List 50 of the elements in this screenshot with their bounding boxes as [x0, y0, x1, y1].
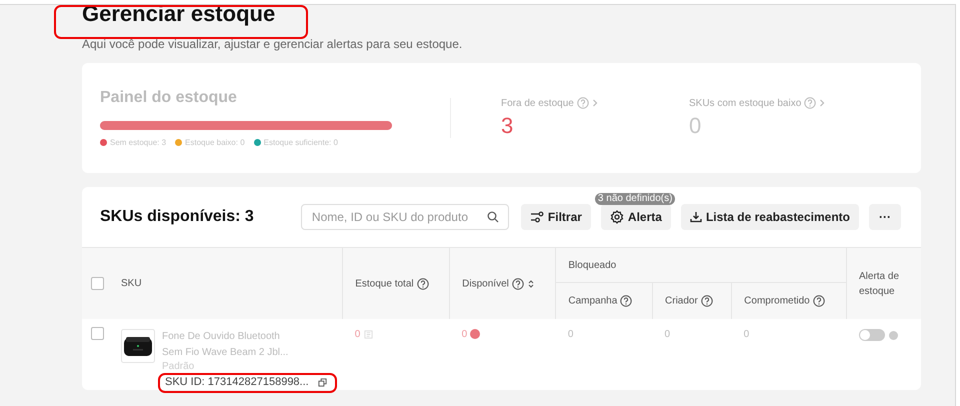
download-icon — [690, 211, 702, 223]
panel-title: Painel do estoque — [100, 89, 238, 107]
help-icon — [620, 295, 632, 307]
help-icon — [416, 278, 429, 290]
info-dot-icon — [888, 330, 898, 340]
stat-value: 3 — [501, 113, 514, 139]
chevron-icon[interactable] — [592, 99, 598, 107]
column-header: Bloqueado — [568, 260, 616, 270]
table-cell: 0 — [664, 329, 670, 340]
help-icon — [804, 97, 816, 109]
copy-icon[interactable] — [318, 378, 327, 386]
more-button[interactable]: ··· — [869, 204, 901, 230]
restock-list-button[interactable]: Lista de reabastecimento — [680, 204, 859, 230]
legend-label: Estoque baixo: 0 — [185, 138, 245, 147]
column-header: Estoque total — [355, 278, 414, 290]
chevron-icon[interactable] — [819, 99, 826, 107]
column-header: SKU — [121, 278, 142, 289]
settings-icon — [610, 210, 624, 224]
sort-icon[interactable] — [526, 278, 535, 288]
legend-label: Estoque suficiente: 0 — [264, 138, 338, 147]
search-icon[interactable] — [486, 211, 499, 223]
warning-dot-icon — [470, 329, 480, 340]
alert-button[interactable]: Alerta — [600, 204, 671, 230]
legend-label: Sem estoque: 3 — [110, 138, 166, 147]
checkbox[interactable] — [91, 277, 104, 290]
table-cell: 0 — [568, 329, 574, 340]
stat-label: Fora de estoque — [501, 98, 574, 108]
filter-button[interactable]: Filtrar — [520, 204, 591, 230]
filter-icon — [530, 211, 544, 223]
page-subtitle: Aqui você pode visualizar, ajustar e gerenciar alertas para seu estoque. — [82, 37, 464, 51]
table-cell: 0 — [744, 329, 750, 340]
stat-label: SKUs com estoque baixo — [689, 98, 802, 108]
column-header: Disponível — [462, 278, 509, 290]
help-icon — [576, 97, 589, 109]
help-icon — [700, 295, 713, 307]
column-header: Alerta de estoque — [859, 270, 900, 296]
stock-value: 0 — [354, 329, 360, 340]
page-title: Gerenciar estoque — [82, 5, 276, 25]
count-badge: 3 não definido(s) — [594, 193, 676, 205]
sku-id: SKU ID: 173142827158998... — [165, 376, 309, 388]
checkbox[interactable] — [91, 327, 104, 340]
help-icon — [512, 278, 524, 290]
skus-heading: SKUs disponíveis: 3 — [100, 208, 254, 226]
column-header: Comprometido — [744, 296, 810, 307]
available-value: 0 — [462, 329, 468, 340]
column-header: Campanha — [568, 296, 618, 307]
column-header: Criador — [665, 296, 698, 307]
search-field[interactable]: Nome, ID ou SKU do produto — [300, 204, 509, 230]
alert-toggle[interactable] — [858, 329, 884, 341]
help-icon — [812, 295, 825, 307]
